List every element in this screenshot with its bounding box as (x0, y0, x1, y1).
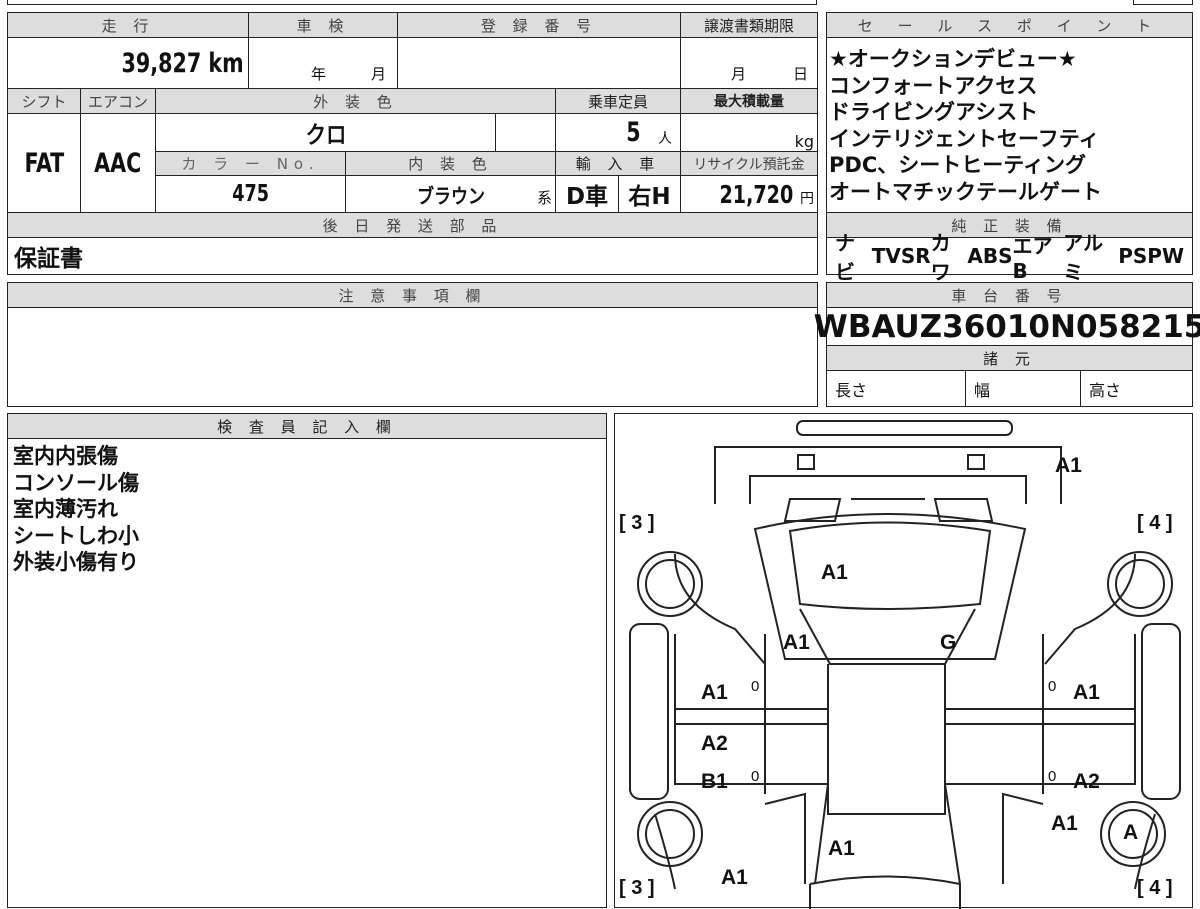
damage-mark: G (940, 631, 957, 654)
capacity-header: 乗車定員 (555, 88, 681, 114)
equipment-item: PW (1147, 244, 1184, 268)
shift-value: FAT (7, 113, 81, 213)
inspector-note: 室内薄汚れ (13, 497, 118, 521)
sales-point: オートマチックテールゲート (829, 179, 1102, 204)
damage-mark: A2 (701, 732, 728, 755)
zero-mark: 0 (1048, 768, 1057, 785)
ext-color-extra (495, 113, 556, 152)
damage-mark: A1 (783, 631, 810, 654)
equipment-item: エアB (1012, 233, 1053, 283)
notes-body (7, 307, 818, 407)
inspector-note: 外装小傷有り (13, 550, 139, 574)
int-color-header: 内 装 色 (345, 151, 556, 176)
equipment-item: SR (900, 244, 931, 268)
sales-point: ★オークションデビュー★ (829, 47, 1077, 71)
mileage-header: 走 行 (7, 12, 249, 38)
steering-value: 右H (618, 175, 681, 213)
registration-value (397, 37, 681, 89)
maxload-header: 最大積載量 (680, 88, 818, 114)
equipment-item: PS (1118, 244, 1148, 268)
equipment-item: カワ (930, 231, 951, 284)
top-strip-right (1133, 0, 1193, 5)
equipment-item: ABS (967, 244, 1013, 268)
recycle-header: リサイクル預託金 (680, 151, 818, 176)
damage-mark: A1 (821, 561, 848, 584)
sales-point: コンフォートアクセス (829, 73, 1038, 98)
later-parts-header: 後 日 発 送 部 品 (7, 212, 818, 238)
car-outline (629, 420, 1181, 909)
ext-color-header: 外 装 色 (155, 88, 556, 114)
sales-point: ドライビングアシスト (829, 100, 1039, 124)
damage-mark: A1 (1055, 454, 1082, 477)
damage-mark: A1 (1073, 681, 1100, 704)
spec-header: 諸 元 (826, 345, 1193, 371)
int-color-value: ブラウン系 (345, 175, 556, 213)
inspector-note: コンソール傷 (13, 470, 139, 495)
tire-label: [ 3 ] (619, 512, 655, 534)
transfer-deadline-value: 月 日 (680, 37, 818, 89)
recycle-value: 21,720 円 (680, 175, 818, 213)
damage-mark: A2 (1073, 770, 1100, 793)
inspector-header: 検 査 員 記 入 欄 (7, 413, 607, 439)
damage-mark: B1 (701, 770, 728, 793)
ac-header: エアコン (80, 88, 156, 114)
damage-mark: A1 (721, 866, 748, 889)
sales-point: インテリジェントセーフティ (829, 126, 1100, 151)
equipment-item: ナビ (835, 231, 855, 284)
registration-header: 登 録 番 号 (397, 12, 681, 38)
damage-mark: A1 (1051, 812, 1078, 835)
transfer-deadline-header: 譲渡書類期限 (680, 12, 818, 38)
inspector-note: 室内内張傷 (13, 444, 118, 468)
chassis-header: 車 台 番 号 (826, 282, 1193, 308)
ext-color-value: クロ (155, 113, 496, 152)
inspector-notes: 室内内張傷 コンソール傷 室内薄汚れ シートしわ小 外装小傷有り (7, 438, 607, 908)
import-type-value: D車 (555, 175, 619, 213)
sales-points-header: セ ー ル ス ポ イ ン ト (826, 12, 1193, 38)
inspection-header: 車 検 (248, 12, 398, 38)
tire-label: [ 4 ] (1137, 877, 1173, 899)
sales-point: PDC、シートヒーティング (829, 153, 1086, 177)
top-strip (7, 0, 817, 5)
ac-value: AAC (80, 113, 156, 213)
equipment-item: TV (871, 244, 901, 268)
tire-label: [ 4 ] (1137, 512, 1173, 534)
maxload-value: kg (680, 113, 818, 152)
equipment-header: 純 正 装 備 (826, 212, 1193, 238)
width-cell: 幅 (965, 370, 1081, 407)
damage-mark: A1 (828, 837, 855, 860)
equipment-item: アルミ (1063, 231, 1104, 284)
damage-diagram: A1 A1 A1 G A1 A1 A2 B1 A2 A1 A A1 A1 [ 3… (614, 413, 1193, 909)
inspector-note: シートしわ小 (13, 523, 139, 548)
tire-label: [ 3 ] (619, 877, 655, 899)
zero-mark: 0 (1048, 678, 1057, 695)
notes-header: 注 意 事 項 欄 (7, 282, 818, 308)
equipment-list: ナビ TV SR カワ ABS エアB アルミ PS PW (826, 231, 1193, 284)
height-cell: 高さ (1080, 370, 1193, 407)
mileage-value: 39,827 km (7, 37, 249, 89)
color-no-value: 475 (155, 175, 346, 213)
inspection-value: 年 月 (248, 37, 398, 89)
zero-mark: 0 (751, 768, 760, 785)
capacity-value: 5人 (555, 113, 681, 152)
sales-points-list: ★オークションデビュー★ コンフォートアクセス ドライビングアシスト インテリジ… (826, 37, 1193, 213)
shift-header: シフト (7, 88, 81, 114)
length-cell: 長さ (826, 370, 966, 407)
color-no-header: カ ラ ー No. (155, 151, 346, 176)
vin-value: WBAUZ36010N058215 (813, 307, 1200, 346)
later-parts-value: 保証書 (7, 237, 818, 275)
import-header: 輸 入 車 (555, 151, 681, 176)
zero-mark: 0 (751, 678, 760, 695)
damage-mark: A1 (701, 681, 728, 704)
damage-mark: A (1123, 821, 1139, 844)
